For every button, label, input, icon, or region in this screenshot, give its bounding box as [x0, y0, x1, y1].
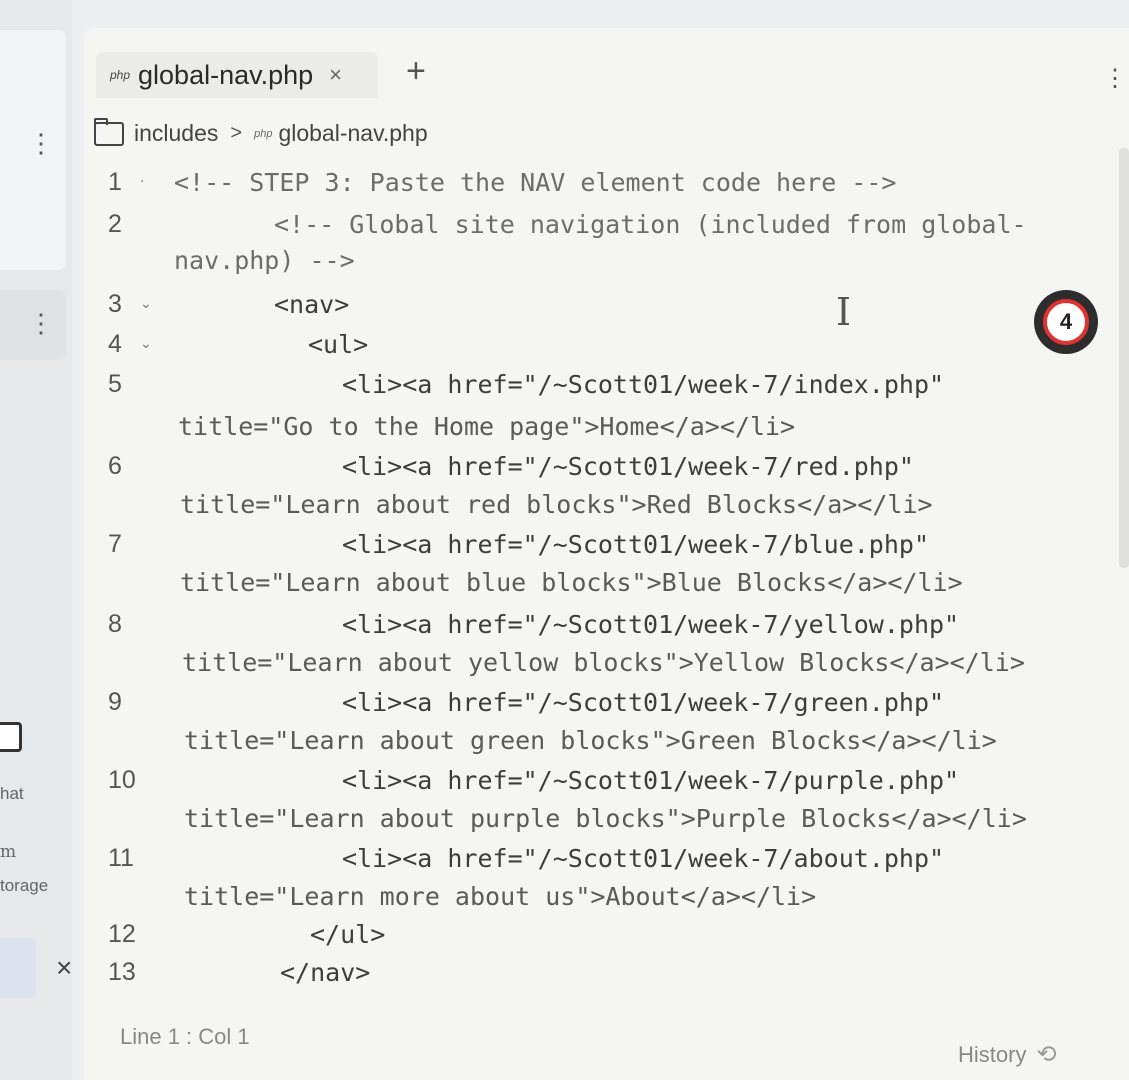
folder-icon: [94, 117, 124, 146]
close-icon[interactable]: ×: [56, 952, 72, 984]
sidebar-close-area: [0, 938, 36, 998]
fold-chevron-icon[interactable]: ⌄: [140, 336, 152, 352]
scrollbar[interactable]: [1119, 148, 1129, 568]
code-text-wrapped: title="Learn about red blocks">Red Block…: [180, 490, 933, 519]
code-text: <li><a href="/~Scott01/week-7/about.php": [342, 844, 945, 873]
code-text-wrapped: title="Learn about green blocks">Green B…: [184, 726, 997, 755]
breadcrumb: includes > php global-nav.php: [94, 117, 428, 147]
tab-bar: php global-nav.php × + ⋮: [84, 28, 1129, 110]
line-number: 8: [108, 610, 122, 638]
line-number: 11: [108, 844, 134, 872]
line-number: 2: [108, 210, 122, 238]
more-options-icon-2[interactable]: ⋮: [28, 310, 54, 336]
breadcrumb-folder[interactable]: includes: [134, 120, 218, 147]
code-text-wrapped: nav.php) -->: [174, 246, 355, 275]
add-tab-button[interactable]: +: [406, 52, 426, 91]
line-number: 9: [108, 688, 122, 716]
cursor-position: Line 1 : Col 1: [120, 1024, 250, 1049]
chat-icon[interactable]: [0, 722, 22, 752]
line-number: 12: [108, 920, 136, 948]
history-button[interactable]: History ⟲: [958, 1040, 1057, 1069]
code-text-wrapped: title="Learn about yellow blocks">Yellow…: [182, 648, 1025, 677]
line-number: 6: [108, 452, 122, 480]
more-options-icon[interactable]: ⋮: [28, 130, 54, 156]
code-text: </ul>: [310, 920, 386, 949]
fold-marker-icon: ·: [140, 174, 145, 190]
text-cursor-icon: I: [836, 290, 852, 334]
code-text: </nav>: [280, 958, 371, 987]
code-text: <li><a href="/~Scott01/week-7/red.php": [342, 452, 914, 481]
history-icon: ⟲: [1036, 1041, 1057, 1068]
php-file-icon: php: [254, 127, 273, 140]
code-text: <nav>: [274, 290, 350, 319]
code-text: <!-- STEP 3: Paste the NAV element code …: [174, 168, 897, 197]
code-text-wrapped: title="Go to the Home page">Home</a></li…: [178, 412, 796, 441]
sidebar-label-storage[interactable]: torage: [0, 876, 48, 896]
code-text-wrapped: title="Learn about blue blocks">Blue Blo…: [180, 568, 963, 597]
line-number: 13: [108, 958, 136, 986]
left-sidebar: ⋮ ⋮ hat m torage ×: [0, 0, 72, 1080]
code-text-wrapped: title="Learn about purple blocks">Purple…: [184, 804, 1027, 833]
sidebar-label-chat[interactable]: hat: [0, 784, 24, 804]
badge-count: 4: [1043, 299, 1089, 345]
line-number: 5: [108, 370, 122, 398]
code-text: <li><a href="/~Scott01/week-7/yellow.php…: [342, 610, 960, 639]
code-text: <ul>: [308, 330, 369, 359]
fold-chevron-icon[interactable]: ⌄: [140, 296, 152, 312]
code-editor: php global-nav.php × + ⋮ includes > php …: [84, 28, 1129, 1080]
php-file-icon: php: [110, 68, 131, 82]
tab-close-icon[interactable]: ×: [329, 62, 342, 88]
code-text-wrapped: title="Learn more about us">About</a></l…: [184, 882, 817, 911]
storage-icon: m: [0, 842, 17, 862]
editor-menu-icon[interactable]: ⋮: [1103, 67, 1127, 91]
breadcrumb-file[interactable]: global-nav.php: [278, 120, 427, 147]
code-text: <!-- Global site navigation (included fr…: [274, 210, 1027, 239]
code-text: <li><a href="/~Scott01/week-7/purple.php…: [342, 766, 960, 795]
code-text: <li><a href="/~Scott01/week-7/green.php": [342, 688, 945, 717]
code-text: <li><a href="/~Scott01/week-7/blue.php": [342, 530, 929, 559]
tab-label: global-nav.php: [138, 59, 314, 90]
breadcrumb-separator: >: [230, 122, 243, 144]
tab-global-nav[interactable]: php global-nav.php ×: [96, 52, 378, 98]
history-label: History: [958, 1041, 1027, 1067]
code-text: <li><a href="/~Scott01/week-7/index.php": [342, 370, 945, 399]
notification-badge[interactable]: 4: [1034, 290, 1098, 354]
line-number: 7: [108, 530, 122, 558]
line-number: 10: [108, 766, 136, 794]
